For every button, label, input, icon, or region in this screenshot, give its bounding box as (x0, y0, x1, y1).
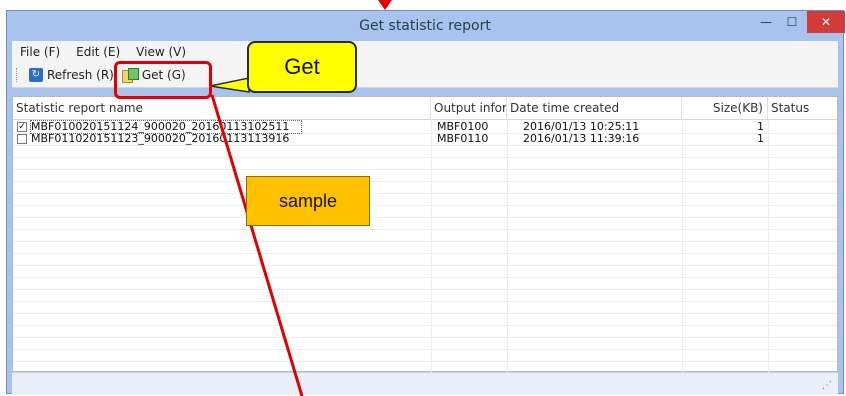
row-gridline (13, 349, 837, 350)
status-bar: ⋰ (12, 372, 838, 395)
pointer-arrow-icon (378, 0, 392, 10)
size-cell: 1 (757, 133, 764, 145)
row-gridline (13, 277, 837, 278)
column-header-status[interactable]: Status (768, 97, 839, 119)
status-cell (773, 121, 833, 133)
date-created-cell: 2016/01/13 10:25:11 (523, 121, 640, 133)
refresh-button[interactable]: ↻ Refresh (R) (25, 65, 118, 85)
resize-grip-icon[interactable]: ⋰ (822, 380, 832, 391)
close-button[interactable]: ✕ (807, 11, 845, 33)
row-gridline (13, 253, 837, 254)
output-info-cell: MBF0100 (437, 121, 489, 133)
refresh-icon: ↻ (29, 68, 43, 82)
row-checkbox[interactable] (17, 134, 27, 144)
report-list[interactable]: Statistic report name Output infor... Da… (12, 96, 838, 373)
row-checkbox[interactable]: ✓ (17, 122, 27, 132)
menu-file[interactable]: File (F) (12, 45, 68, 59)
output-info-cell: MBF0110 (437, 133, 489, 145)
column-header-date-created[interactable]: Date time created (507, 97, 682, 119)
row-gridline (13, 145, 837, 146)
date-created-cell: 2016/01/13 11:39:16 (523, 133, 640, 145)
menu-view[interactable]: View (V) (128, 45, 194, 59)
column-header-report-name[interactable]: Statistic report name (13, 97, 431, 119)
minimize-button[interactable]: — (753, 11, 779, 33)
window-title: Get statistic report (359, 18, 491, 34)
row-gridline (13, 229, 837, 230)
menu-bar: File (F) Edit (E) View (V) (12, 41, 838, 63)
column-header-output-info[interactable]: Output infor... (431, 97, 507, 119)
row-gridline (13, 193, 837, 194)
status-cell (773, 133, 833, 145)
row-gridline (13, 181, 837, 182)
report-name-cell: MBF010020151124_900020_20160113102511 (30, 120, 302, 134)
menu-edit[interactable]: Edit (E) (68, 45, 128, 59)
list-header: Statistic report name Output infor... Da… (13, 97, 837, 120)
row-gridline (13, 289, 837, 290)
table-row[interactable]: MBF011020151123_900020_20160113113916 MB… (13, 133, 837, 145)
row-gridline (13, 169, 837, 170)
row-gridline (13, 313, 837, 314)
row-gridline (13, 205, 837, 206)
row-gridline (13, 265, 837, 266)
maximize-button[interactable]: ☐ (779, 11, 805, 33)
row-gridline (13, 301, 837, 302)
report-name-cell: MBF011020151123_900020_20160113113916 (31, 133, 290, 145)
refresh-label: Refresh (R) (47, 68, 114, 82)
row-gridline (13, 241, 837, 242)
row-gridline (13, 325, 837, 326)
get-button-highlight (114, 61, 212, 99)
title-bar[interactable]: Get statistic report — ☐ ✕ (7, 11, 845, 41)
column-header-size[interactable]: Size(KB) (682, 97, 768, 119)
row-gridline (13, 361, 837, 362)
get-callout: Get (247, 41, 357, 93)
size-cell: 1 (757, 121, 764, 133)
sample-label: sample (246, 176, 370, 226)
table-row[interactable]: ✓ MBF010020151124_900020_20160113102511 … (13, 120, 837, 134)
row-gridline (13, 157, 837, 158)
row-gridline (13, 217, 837, 218)
row-gridline (13, 337, 837, 338)
toolbar-grip[interactable] (16, 68, 21, 82)
